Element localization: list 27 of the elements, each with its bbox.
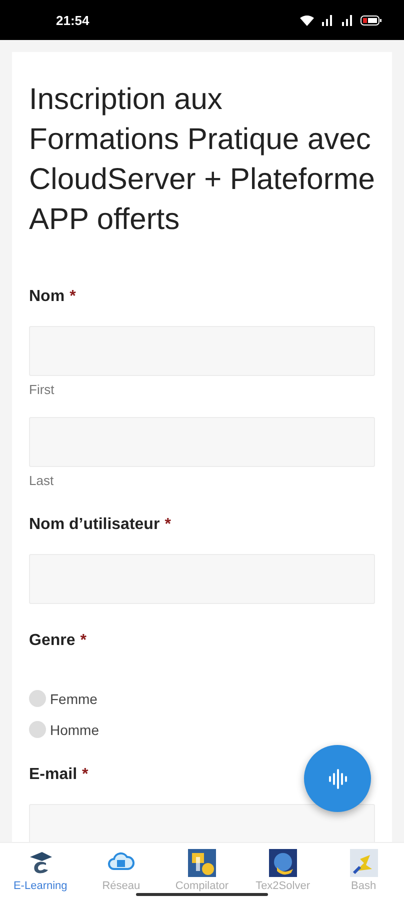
field-label: Genre <box>29 632 76 650</box>
option-label[interactable]: Homme <box>50 722 100 738</box>
radio-button[interactable] <box>29 690 46 707</box>
radio-button[interactable] <box>29 721 46 738</box>
bash-icon <box>350 849 378 877</box>
globe-icon <box>268 849 297 877</box>
signal-icon <box>320 14 334 26</box>
required-mark: * <box>164 516 171 534</box>
option-label[interactable]: Femme <box>50 690 98 706</box>
form-title: Inscription aux Formations Pratique avec CloudServer + Plateforme APP offerts <box>29 82 375 238</box>
signal-icon <box>340 14 354 26</box>
nav-tab[interactable]: Bash <box>326 843 402 900</box>
input-field[interactable] <box>29 804 375 842</box>
required-mark: * <box>70 288 76 306</box>
battery-icon <box>360 14 382 26</box>
field-label: E-mail <box>29 766 78 784</box>
required-mark: * <box>82 766 88 784</box>
waveform-icon <box>326 768 348 790</box>
wifi-icon <box>300 14 314 26</box>
field-label: Nom <box>29 288 65 306</box>
field-hint: Last <box>29 473 55 488</box>
field-label: Nom d’utilisateur <box>29 516 160 534</box>
nav-tab[interactable]: Tex2Solver <box>244 843 321 900</box>
nav-tab[interactable]: E-Learning <box>2 843 78 900</box>
required-mark: * <box>80 632 86 650</box>
status-time: 21:54 <box>56 12 90 28</box>
field-hint: First <box>29 382 56 397</box>
